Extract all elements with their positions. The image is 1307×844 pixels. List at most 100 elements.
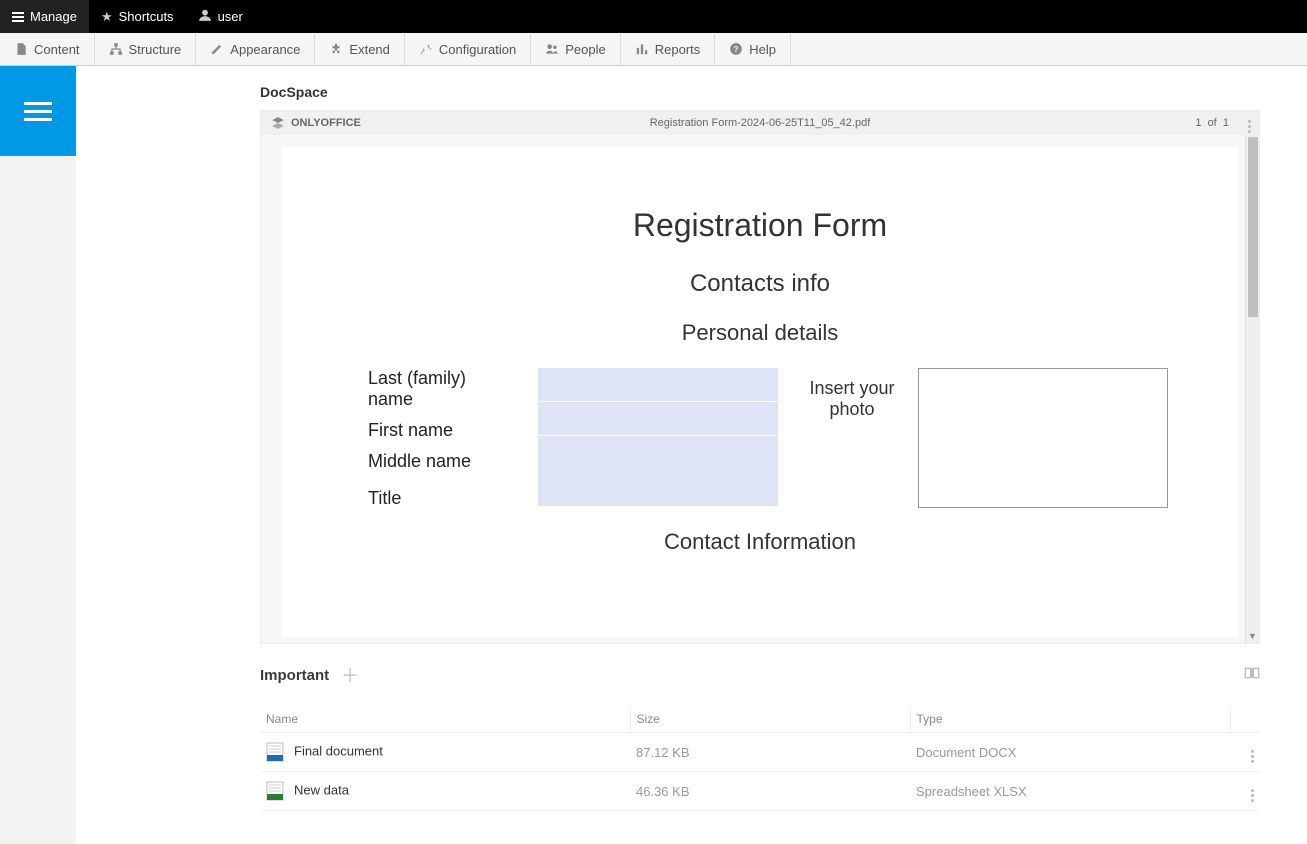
file-name-cell: New data bbox=[260, 772, 630, 811]
form-labels-col: Last (family) name First name Middle nam… bbox=[368, 368, 516, 509]
layers-icon bbox=[271, 116, 285, 130]
dots-vertical-icon bbox=[1248, 120, 1251, 133]
label-last-name: Last (family) name bbox=[368, 368, 516, 410]
menu-appearance[interactable]: Appearance bbox=[196, 33, 315, 65]
menu-structure[interactable]: Structure bbox=[95, 33, 197, 65]
input-first-name[interactable] bbox=[538, 402, 778, 435]
form-section-contacts: Contacts info bbox=[352, 270, 1168, 298]
file-name: New data bbox=[294, 782, 349, 797]
menu-people[interactable]: People bbox=[531, 33, 620, 65]
col-type[interactable]: Type bbox=[910, 706, 1230, 733]
menu-content[interactable]: Content bbox=[0, 33, 95, 65]
form-title: Registration Form bbox=[352, 207, 1168, 244]
book-icon bbox=[1244, 666, 1260, 680]
form-fields-col bbox=[538, 368, 778, 509]
file-name-cell: Final document bbox=[260, 733, 630, 772]
xlsx-icon bbox=[266, 781, 284, 801]
hamburger-large-icon bbox=[24, 102, 52, 121]
file-type-cell: Spreadsheet XLSX bbox=[910, 772, 1230, 811]
shortcuts-label: Shortcuts bbox=[119, 9, 174, 24]
admin-menu: Content Structure Appearance Extend Conf… bbox=[0, 33, 1307, 66]
label-title: Title bbox=[368, 488, 516, 509]
pdf-viewer: ONLYOFFICE Registration Form-2024-06-25T… bbox=[260, 110, 1260, 644]
user-icon bbox=[198, 8, 212, 25]
input-last-name[interactable] bbox=[538, 368, 778, 401]
files-section-title: Important bbox=[260, 667, 329, 684]
files-section-header: Important ＋ bbox=[260, 662, 1260, 688]
label-middle-name: Middle name bbox=[368, 451, 516, 472]
viewer-scrollbar[interactable]: ▼ bbox=[1245, 135, 1259, 643]
viewer-body: Registration Form Contacts info Personal… bbox=[261, 135, 1259, 643]
file-name: Final document bbox=[294, 743, 383, 758]
page-current: 1 bbox=[1195, 117, 1201, 129]
files-section: Important ＋ Name Size Type Final documen… bbox=[260, 662, 1260, 811]
viewer-menu-button[interactable] bbox=[1248, 114, 1251, 133]
shortcuts-button[interactable]: ★ Shortcuts bbox=[89, 0, 186, 33]
label-photo: Insert your photo bbox=[802, 368, 902, 420]
file-row-menu[interactable] bbox=[1230, 772, 1260, 811]
view-toggle-button[interactable] bbox=[1244, 666, 1260, 684]
menu-configuration-label: Configuration bbox=[439, 42, 516, 57]
admin-topbar: Manage ★ Shortcuts user bbox=[0, 0, 1307, 33]
svg-text:?: ? bbox=[734, 45, 739, 54]
input-photo[interactable] bbox=[918, 368, 1168, 508]
menu-structure-label: Structure bbox=[129, 42, 182, 57]
docx-icon bbox=[266, 742, 284, 762]
manage-label: Manage bbox=[30, 9, 77, 24]
main-content: DocSpace ONLYOFFICE Registration Form-20… bbox=[76, 66, 1307, 844]
scrollbar-down-icon[interactable]: ▼ bbox=[1248, 631, 1257, 641]
form-name-fields: Last (family) name First name Middle nam… bbox=[368, 368, 778, 509]
menu-people-label: People bbox=[565, 42, 605, 57]
add-file-button[interactable]: ＋ bbox=[341, 662, 359, 688]
menu-extend-label: Extend bbox=[349, 42, 389, 57]
user-label: user bbox=[218, 9, 243, 24]
file-size-cell: 87.12 KB bbox=[630, 733, 910, 772]
help-icon: ? bbox=[729, 42, 743, 56]
star-icon: ★ bbox=[101, 9, 113, 25]
user-menu[interactable]: user bbox=[186, 0, 255, 33]
file-type-cell: Document DOCX bbox=[910, 733, 1230, 772]
dots-vertical-icon bbox=[1251, 750, 1254, 763]
sidebar-background bbox=[0, 156, 76, 844]
label-first-name: First name bbox=[368, 420, 516, 441]
dots-vertical-icon bbox=[1251, 789, 1254, 802]
files-table-header-row: Name Size Type bbox=[260, 706, 1260, 733]
table-row[interactable]: New data 46.36 KBSpreadsheet XLSX bbox=[260, 772, 1260, 811]
menu-reports-label: Reports bbox=[655, 42, 701, 57]
form-personal-row: Last (family) name First name Middle nam… bbox=[352, 368, 1168, 509]
form-photo-col: Insert your photo bbox=[802, 368, 1168, 509]
extend-icon bbox=[329, 42, 343, 56]
col-name[interactable]: Name bbox=[260, 706, 630, 733]
viewer-brand-label: ONLYOFFICE bbox=[291, 117, 361, 129]
menu-configuration[interactable]: Configuration bbox=[405, 33, 531, 65]
page-sep: of bbox=[1208, 117, 1217, 129]
config-icon bbox=[419, 42, 433, 56]
sidebar-toggle[interactable] bbox=[0, 66, 76, 156]
reports-icon bbox=[635, 42, 649, 56]
menu-help-label: Help bbox=[749, 42, 776, 57]
content-icon bbox=[14, 42, 28, 56]
manage-button[interactable]: Manage bbox=[0, 0, 89, 33]
pdf-viewer-header: ONLYOFFICE Registration Form-2024-06-25T… bbox=[261, 111, 1259, 135]
viewer-page-count: 1 of 1 bbox=[1195, 117, 1229, 129]
form-section-personal: Personal details bbox=[352, 320, 1168, 346]
file-size-cell: 46.36 KB bbox=[630, 772, 910, 811]
structure-icon bbox=[109, 42, 123, 56]
scrollbar-thumb[interactable] bbox=[1248, 137, 1258, 317]
menu-extend[interactable]: Extend bbox=[315, 33, 404, 65]
viewer-filename: Registration Form-2024-06-25T11_05_42.pd… bbox=[650, 117, 871, 129]
col-size[interactable]: Size bbox=[630, 706, 910, 733]
file-row-menu[interactable] bbox=[1230, 733, 1260, 772]
menu-appearance-label: Appearance bbox=[230, 42, 300, 57]
form-section-contact-info: Contact Information bbox=[352, 529, 1168, 555]
page-title: DocSpace bbox=[260, 84, 1259, 100]
page-total: 1 bbox=[1223, 117, 1229, 129]
appearance-icon bbox=[210, 42, 224, 56]
input-middle-name[interactable] bbox=[538, 436, 778, 506]
menu-reports[interactable]: Reports bbox=[621, 33, 716, 65]
hamburger-icon bbox=[12, 12, 24, 22]
menu-help[interactable]: ? Help bbox=[715, 33, 791, 65]
viewer-brand: ONLYOFFICE bbox=[271, 116, 361, 130]
menu-content-label: Content bbox=[34, 42, 80, 57]
table-row[interactable]: Final document 87.12 KBDocument DOCX bbox=[260, 733, 1260, 772]
